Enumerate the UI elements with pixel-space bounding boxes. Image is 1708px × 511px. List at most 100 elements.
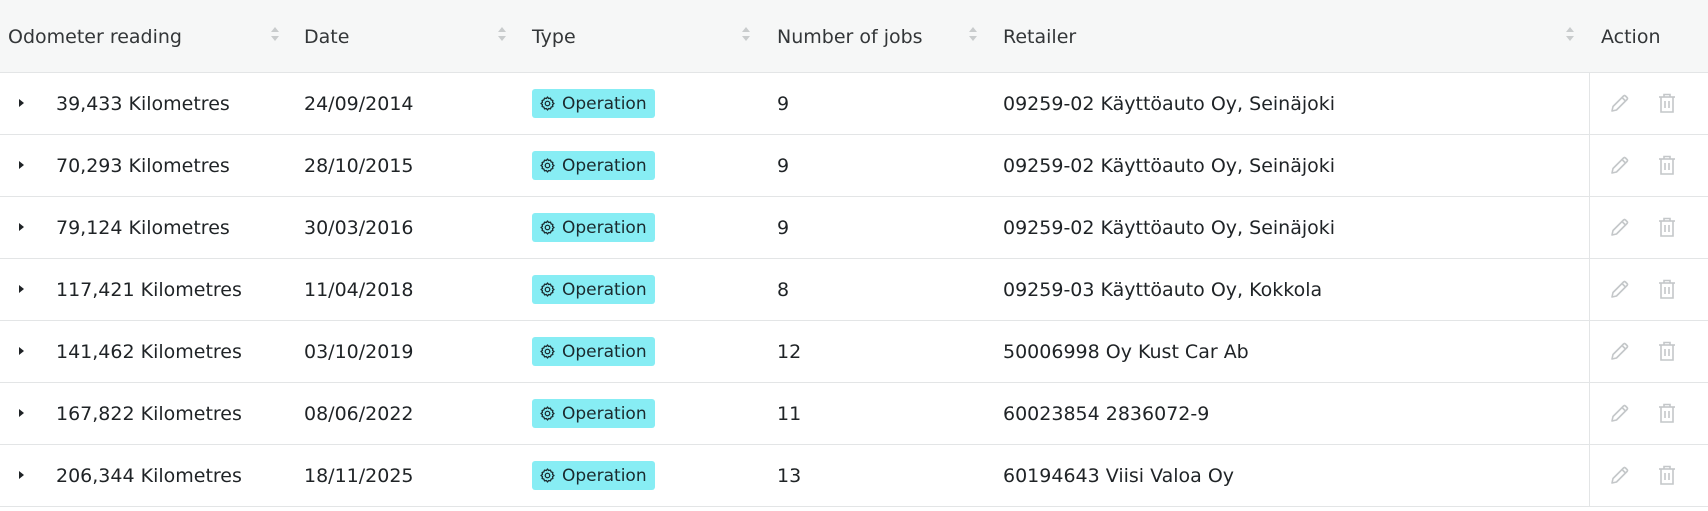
trash-icon[interactable] xyxy=(1655,401,1679,425)
type-badge: Operation xyxy=(532,399,655,428)
caret-right-icon[interactable] xyxy=(13,219,29,235)
date-cell: 30/03/2016 xyxy=(304,197,414,258)
gear-icon xyxy=(540,220,555,235)
type-badge: Operation xyxy=(532,213,655,242)
retailer-cell: 50006998 Oy Kust Car Ab xyxy=(1003,321,1249,382)
type-label: Operation xyxy=(562,279,647,300)
table-row: 79,124 Kilometres 30/03/2016 Operation 9… xyxy=(0,197,1708,259)
pencil-icon[interactable] xyxy=(1608,463,1632,487)
gear-icon xyxy=(540,158,555,173)
odometer-cell: 167,822 Kilometres xyxy=(56,383,242,444)
gear-icon xyxy=(540,344,555,359)
pencil-icon[interactable] xyxy=(1608,215,1632,239)
caret-right-icon[interactable] xyxy=(13,281,29,297)
date-cell: 18/11/2025 xyxy=(304,445,414,506)
date-value: 08/06/2022 xyxy=(304,402,414,425)
date-value: 28/10/2015 xyxy=(304,154,414,177)
pencil-icon[interactable] xyxy=(1608,153,1632,177)
jobs-value: 11 xyxy=(777,402,802,425)
jobs-value: 13 xyxy=(777,464,802,487)
sort-icon[interactable] xyxy=(497,25,507,43)
retailer-cell: 60194643 Viisi Valoa Oy xyxy=(1003,445,1234,506)
column-header-jobs[interactable]: Number of jobs xyxy=(777,0,923,73)
odometer-cell: 117,421 Kilometres xyxy=(56,259,242,320)
sort-icon[interactable] xyxy=(270,25,280,43)
pencil-icon[interactable] xyxy=(1608,277,1632,301)
table-row: 70,293 Kilometres 28/10/2015 Operation 9… xyxy=(0,135,1708,197)
odometer-value: 206,344 Kilometres xyxy=(56,464,242,487)
table-row: 117,421 Kilometres 11/04/2018 Operation … xyxy=(0,259,1708,321)
date-cell: 08/06/2022 xyxy=(304,383,414,444)
pencil-icon[interactable] xyxy=(1608,91,1632,115)
jobs-cell: 9 xyxy=(777,73,789,134)
retailer-value: 09259-02 Käyttöauto Oy, Seinäjoki xyxy=(1003,92,1336,115)
date-value: 18/11/2025 xyxy=(304,464,414,487)
type-label: Operation xyxy=(562,217,647,238)
table-row: 39,433 Kilometres 24/09/2014 Operation 9… xyxy=(0,73,1708,135)
jobs-value: 12 xyxy=(777,340,802,363)
caret-right-icon[interactable] xyxy=(13,157,29,173)
jobs-value: 8 xyxy=(777,278,790,301)
action-divider xyxy=(1589,321,1590,382)
date-value: 03/10/2019 xyxy=(304,340,414,363)
trash-icon[interactable] xyxy=(1655,91,1679,115)
action-divider xyxy=(1589,135,1590,196)
jobs-value: 9 xyxy=(777,92,790,115)
jobs-value: 9 xyxy=(777,154,790,177)
jobs-cell: 8 xyxy=(777,259,789,320)
gear-icon xyxy=(540,406,555,421)
sort-icon[interactable] xyxy=(741,25,751,43)
type-badge: Operation xyxy=(532,275,655,304)
type-label: Operation xyxy=(562,465,647,486)
retailer-value: 50006998 Oy Kust Car Ab xyxy=(1003,340,1249,363)
gear-icon xyxy=(540,96,555,111)
retailer-cell: 09259-02 Käyttöauto Oy, Seinäjoki xyxy=(1003,73,1335,134)
action-divider xyxy=(1589,259,1590,320)
sort-icon[interactable] xyxy=(1565,25,1575,43)
column-header-retailer[interactable]: Retailer xyxy=(1003,0,1076,73)
odometer-cell: 141,462 Kilometres xyxy=(56,321,242,382)
date-value: 11/04/2018 xyxy=(304,278,414,301)
sort-icon[interactable] xyxy=(968,25,978,43)
date-cell: 03/10/2019 xyxy=(304,321,414,382)
retailer-cell: 09259-02 Käyttöauto Oy, Seinäjoki xyxy=(1003,135,1335,196)
column-header-action: Action xyxy=(1601,25,1661,48)
caret-right-icon[interactable] xyxy=(13,95,29,111)
pencil-icon[interactable] xyxy=(1608,401,1632,425)
column-header-odometer[interactable]: Odometer reading xyxy=(8,0,182,73)
table-row: 141,462 Kilometres 03/10/2019 Operation … xyxy=(0,321,1708,383)
date-cell: 11/04/2018 xyxy=(304,259,414,320)
trash-icon[interactable] xyxy=(1655,277,1679,301)
column-header-type[interactable]: Type xyxy=(532,0,576,73)
retailer-cell: 09259-03 Käyttöauto Oy, Kokkola xyxy=(1003,259,1322,320)
trash-icon[interactable] xyxy=(1655,215,1679,239)
type-badge: Operation xyxy=(532,337,655,366)
gear-icon xyxy=(540,282,555,297)
caret-right-icon[interactable] xyxy=(13,467,29,483)
type-badge: Operation xyxy=(532,89,655,118)
odometer-cell: 79,124 Kilometres xyxy=(56,197,230,258)
pencil-icon[interactable] xyxy=(1608,339,1632,363)
type-label: Operation xyxy=(562,341,647,362)
trash-icon[interactable] xyxy=(1655,463,1679,487)
date-cell: 24/09/2014 xyxy=(304,73,414,134)
column-header-date[interactable]: Date xyxy=(304,0,349,73)
table-header: Odometer reading Date Type Number of job… xyxy=(0,0,1708,73)
table-row: 206,344 Kilometres 18/11/2025 Operation … xyxy=(0,445,1708,507)
trash-icon[interactable] xyxy=(1655,339,1679,363)
table-row: 167,822 Kilometres 08/06/2022 Operation … xyxy=(0,383,1708,445)
date-cell: 28/10/2015 xyxy=(304,135,414,196)
jobs-cell: 12 xyxy=(777,321,801,382)
odometer-value: 167,822 Kilometres xyxy=(56,402,242,425)
type-badge: Operation xyxy=(532,151,655,180)
action-divider xyxy=(1589,197,1590,258)
jobs-cell: 9 xyxy=(777,197,789,258)
caret-right-icon[interactable] xyxy=(13,405,29,421)
retailer-cell: 09259-02 Käyttöauto Oy, Seinäjoki xyxy=(1003,197,1335,258)
trash-icon[interactable] xyxy=(1655,153,1679,177)
caret-right-icon[interactable] xyxy=(13,343,29,359)
odometer-cell: 70,293 Kilometres xyxy=(56,135,230,196)
retailer-value: 09259-02 Käyttöauto Oy, Seinäjoki xyxy=(1003,216,1336,239)
retailer-cell: 60023854 2836072-9 xyxy=(1003,383,1209,444)
jobs-cell: 13 xyxy=(777,445,801,506)
